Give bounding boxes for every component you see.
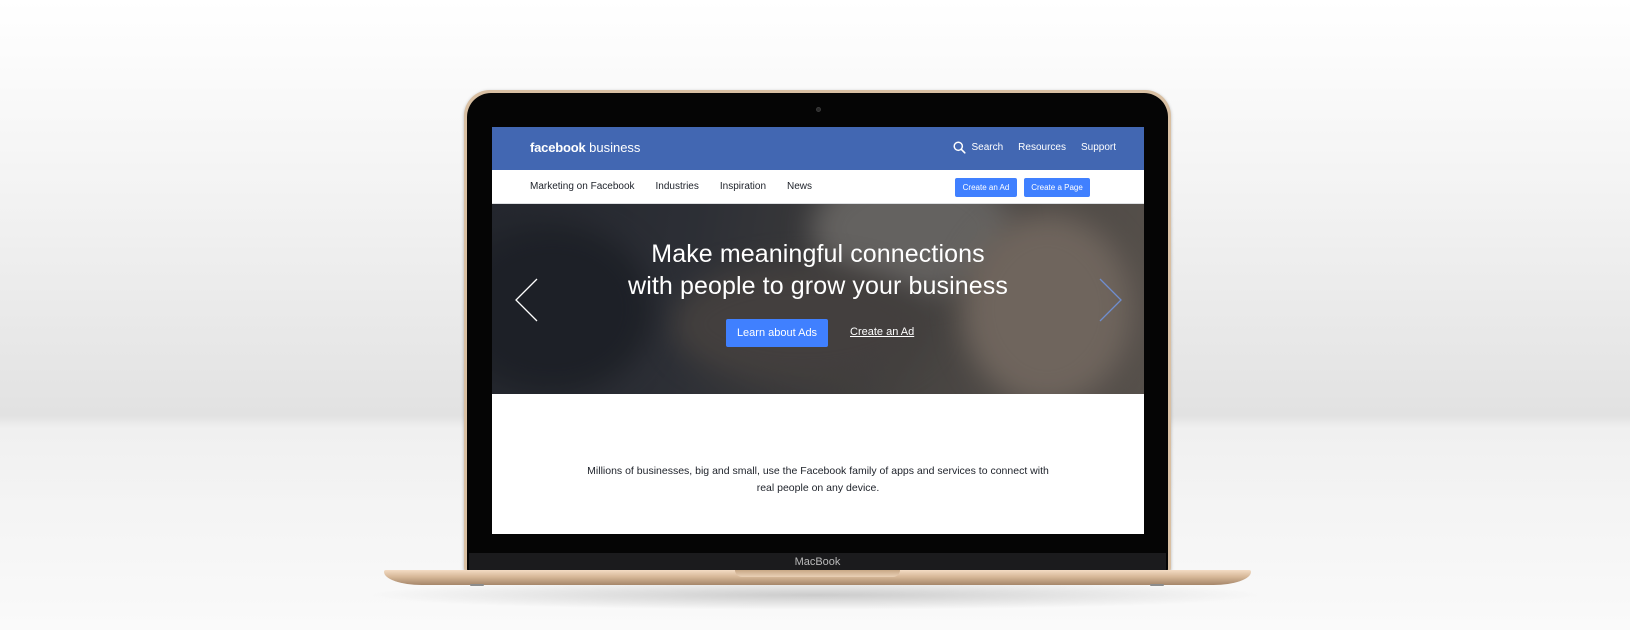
browser-viewport: facebook business Search Resources Suppo…: [492, 127, 1144, 534]
search-icon: [953, 141, 967, 154]
search-link[interactable]: Search: [953, 141, 1003, 154]
top-bar: facebook business Search Resources Suppo…: [492, 127, 1144, 170]
chevron-left-icon[interactable]: [514, 277, 540, 323]
laptop-foot-left: [470, 584, 484, 586]
create-ad-button[interactable]: Create an Ad: [955, 178, 1017, 197]
facebook-business-logo[interactable]: facebook business: [530, 140, 640, 155]
create-page-button[interactable]: Create a Page: [1024, 178, 1090, 197]
laptop-foot-right: [1150, 584, 1164, 586]
sub-nav: Marketing on Facebook Industries Inspira…: [492, 170, 1144, 204]
nav-marketing-on-facebook[interactable]: Marketing on Facebook: [530, 181, 635, 192]
resources-link[interactable]: Resources: [1018, 142, 1066, 153]
top-nav: Search Resources Support: [938, 141, 1116, 154]
nav-news[interactable]: News: [787, 181, 812, 192]
intro-line-1: Millions of businesses, big and small, u…: [587, 465, 1049, 477]
camera-icon: [816, 107, 821, 112]
sub-nav-links: Marketing on Facebook Industries Inspira…: [530, 181, 833, 192]
logo-suffix: business: [589, 140, 641, 155]
intro-text: Millions of businesses, big and small, u…: [572, 463, 1064, 497]
device-brand-label: MacBook: [794, 556, 841, 568]
logo-wordmark: facebook: [530, 140, 586, 155]
learn-about-ads-button[interactable]: Learn about Ads: [726, 319, 828, 347]
laptop-notch: [735, 570, 900, 577]
hero-title: Make meaningful connections with people …: [492, 238, 1144, 302]
nav-inspiration[interactable]: Inspiration: [720, 181, 766, 192]
nav-industries[interactable]: Industries: [656, 181, 699, 192]
intro-line-2: real people on any device.: [756, 482, 880, 494]
hero-banner: Make meaningful connections with people …: [492, 204, 1144, 394]
hero-title-line-1: Make meaningful connections: [651, 240, 985, 268]
hero-create-ad-link[interactable]: Create an Ad: [850, 326, 914, 338]
chevron-right-icon[interactable]: [1097, 277, 1123, 323]
hero-title-line-2: with people to grow your business: [628, 272, 1008, 300]
support-link[interactable]: Support: [1081, 142, 1116, 153]
search-label: Search: [971, 142, 1004, 153]
